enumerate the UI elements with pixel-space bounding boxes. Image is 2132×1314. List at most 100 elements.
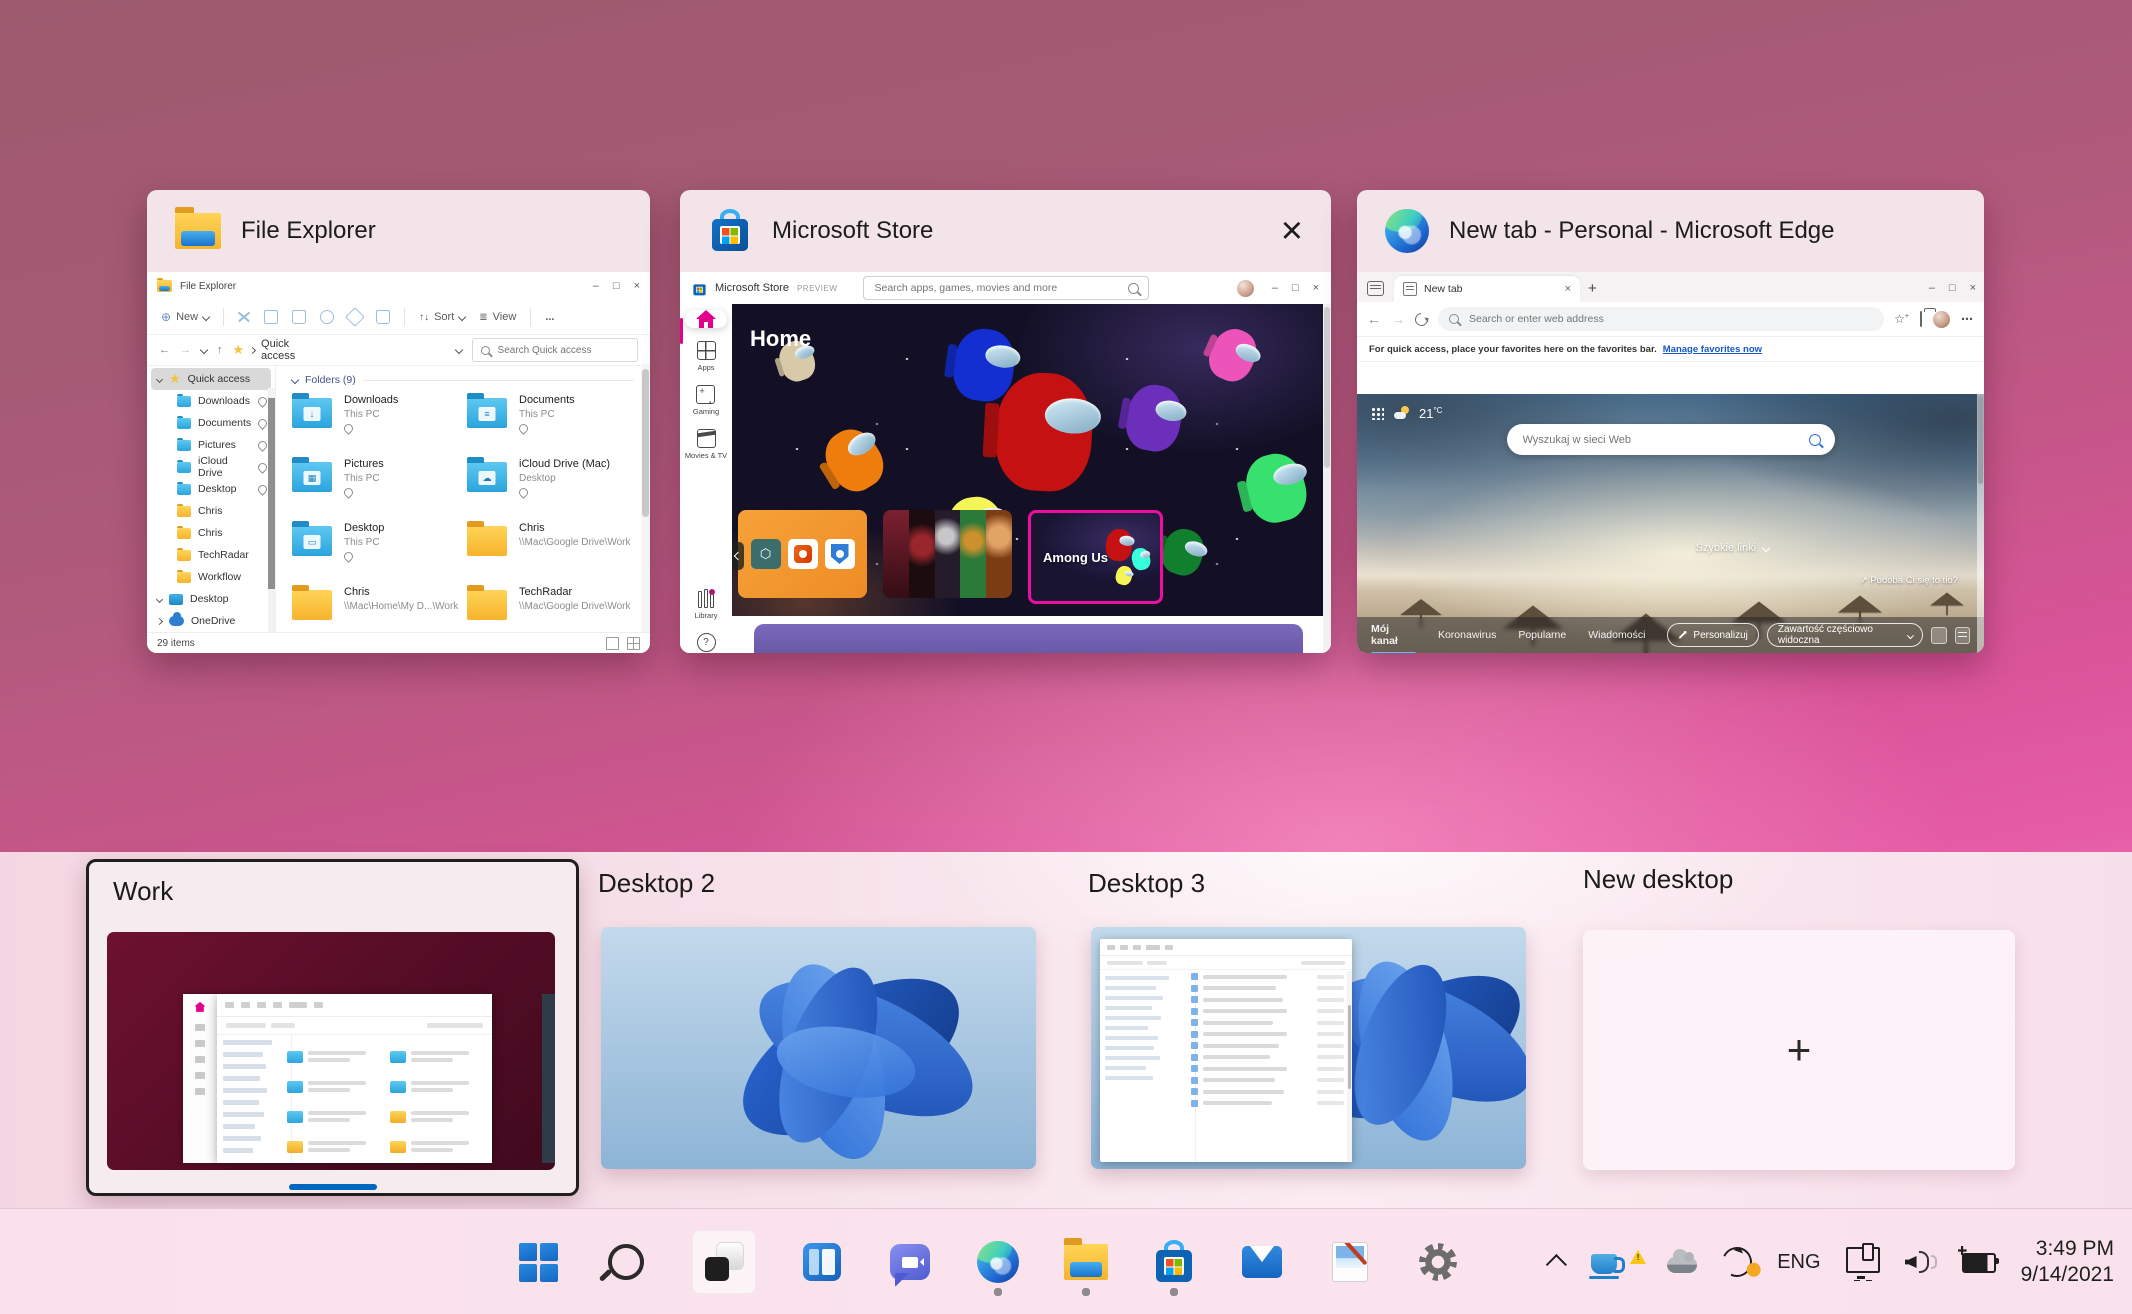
fe-file-list: Folders (9) ↓DownloadsThis PC ≡Documents… xyxy=(276,364,650,633)
avatar xyxy=(1237,280,1254,297)
close-window-button[interactable]: × xyxy=(1281,212,1303,250)
chat-button[interactable] xyxy=(888,1240,932,1284)
desktop3-tile[interactable] xyxy=(1091,927,1526,1169)
folder-item: ≡DocumentsThis PC xyxy=(467,394,634,446)
settings-more-icon: ⋯ xyxy=(1961,312,1974,326)
desktop2-label: Desktop 2 xyxy=(598,868,715,899)
help-icon: ? xyxy=(697,633,716,652)
back-icon: ← xyxy=(159,344,170,356)
desktop2-tile[interactable] xyxy=(601,927,1036,1169)
onedrive-tray-icon[interactable] xyxy=(1667,1257,1697,1273)
hidden-icons-chevron[interactable] xyxy=(1546,1254,1567,1275)
like-background-prompt: ↗ Podoba Ci się to tło? xyxy=(1860,575,1958,586)
delete-icon xyxy=(376,310,390,324)
games-collage-tile xyxy=(883,510,1012,598)
date: 9/14/2021 xyxy=(2021,1262,2114,1288)
desktop3-label: Desktop 3 xyxy=(1088,868,1205,899)
edge-address-bar xyxy=(1438,307,1884,331)
file-explorer-taskbar-button[interactable] xyxy=(1064,1240,1108,1284)
store-search-input xyxy=(873,281,1120,295)
history-chevron-icon xyxy=(200,346,208,354)
plus-icon: + xyxy=(1787,1029,1812,1071)
among-us-tile[interactable]: Among Us xyxy=(1028,510,1163,604)
window-card-edge[interactable]: New tab - Personal - Microsoft Edge New … xyxy=(1357,190,1984,653)
minimize-icon: – xyxy=(593,280,599,292)
fe-sidebar-scrollbar xyxy=(268,388,275,633)
pencil-icon xyxy=(1679,631,1687,639)
folder-item: ↓DownloadsThis PC xyxy=(292,394,459,446)
store-sidebar-fragment xyxy=(183,994,217,1163)
folder-item: ☁iCloud Drive (Mac)Desktop xyxy=(467,458,634,510)
profile-avatar xyxy=(1933,311,1950,328)
rename-icon xyxy=(320,310,334,324)
weather-widget: 21°C xyxy=(1371,406,1442,421)
fe-main-scrollbar xyxy=(641,364,650,633)
among-us-banner: Home ⬡ Among Us xyxy=(732,304,1331,616)
library-icon xyxy=(698,591,715,608)
edge-taskbar-button[interactable] xyxy=(976,1240,1020,1284)
mail-icon xyxy=(1242,1246,1282,1278)
sidebar-item-quick-access: ★Quick access xyxy=(151,368,271,390)
sidebar-item-desktop: Desktop xyxy=(147,588,275,610)
search-icon xyxy=(1128,283,1139,294)
store-thumbnail: Microsoft Store PREVIEW –□× Apps Gaming xyxy=(680,272,1331,653)
task-view-icon xyxy=(705,1243,743,1281)
apps-icon xyxy=(697,341,716,360)
new-button: ⊕New xyxy=(161,310,209,324)
desktop-work-tile[interactable]: Work xyxy=(86,859,579,1196)
edge-thumbnail: New tab × + –□× ← → ☆+ ⋯ xyxy=(1357,272,1984,653)
up-icon: ↑ xyxy=(217,344,223,356)
apps-grid-icon xyxy=(1371,407,1384,420)
new-desktop-button[interactable]: + xyxy=(1583,930,2015,1170)
background-window-edge xyxy=(542,994,555,1163)
task-view-button[interactable] xyxy=(692,1230,756,1294)
widgets-button[interactable] xyxy=(800,1240,844,1284)
edge-toolbar: ← → ☆+ ⋯ xyxy=(1357,302,1984,337)
file-explorer-icon xyxy=(175,213,221,249)
refresh-icon xyxy=(1412,310,1430,328)
office-icon xyxy=(788,539,818,569)
copy-icon xyxy=(264,310,278,324)
sidebar-item: TechRadar xyxy=(147,544,275,566)
edge-tab-bar: New tab × + –□× xyxy=(1357,272,1984,302)
battery-charging-icon[interactable] xyxy=(1962,1253,1996,1273)
window-card-file-explorer[interactable]: File Explorer File Explorer –□× ⊕New ↑↓S… xyxy=(147,190,650,653)
chat-icon xyxy=(890,1244,930,1280)
start-button[interactable] xyxy=(516,1240,560,1284)
paint-taskbar-button[interactable] xyxy=(1328,1240,1372,1284)
tray-app-cup-icon[interactable] xyxy=(1591,1254,1617,1274)
folder-item: ▭DesktopThis PC xyxy=(292,522,459,574)
gaming-icon xyxy=(696,385,715,404)
folder-item: TechRadar\\Mac\Google Drive\Work xyxy=(467,586,634,638)
store-taskbar-button[interactable] xyxy=(1152,1240,1196,1284)
language-indicator[interactable]: ENG xyxy=(1777,1251,1820,1274)
warning-badge xyxy=(1630,1250,1646,1264)
store-scrollbar xyxy=(1323,304,1331,653)
window-card-microsoft-store[interactable]: Microsoft Store × Microsoft Store PREVIE… xyxy=(680,190,1331,653)
sort-button: ↑↓Sort xyxy=(419,311,465,323)
home-icon xyxy=(696,310,716,328)
page-icon xyxy=(1403,282,1417,296)
search-button[interactable] xyxy=(604,1240,648,1284)
cast-display-icon[interactable] xyxy=(1846,1247,1880,1273)
clock[interactable]: 3:49 PM 9/14/2021 xyxy=(2021,1236,2114,1289)
edge-address-input xyxy=(1467,312,1873,326)
fe-search-input xyxy=(496,344,629,357)
store-icon-small xyxy=(692,281,707,296)
quick-access-star-icon: ★ xyxy=(232,342,244,358)
close-icon: × xyxy=(1313,282,1319,294)
feed-tab-news: Wiadomości xyxy=(1588,629,1645,641)
collections-icon xyxy=(1920,312,1922,326)
manage-favorites-link: Manage favorites now xyxy=(1663,344,1762,355)
volume-icon[interactable] xyxy=(1905,1251,1937,1273)
sync-tray-icon[interactable] xyxy=(1718,1243,1756,1281)
favorites-icon: ☆+ xyxy=(1894,312,1909,326)
desktop-icon xyxy=(169,594,183,605)
work-label: Work xyxy=(113,876,173,907)
close-icon: × xyxy=(1970,282,1976,294)
settings-taskbar-button[interactable] xyxy=(1416,1240,1460,1284)
mail-taskbar-button[interactable] xyxy=(1240,1240,1284,1284)
sidebar-item: Desktop xyxy=(147,478,275,500)
fe-status-bar: 29 items xyxy=(147,632,650,653)
search-icon xyxy=(1449,314,1459,324)
